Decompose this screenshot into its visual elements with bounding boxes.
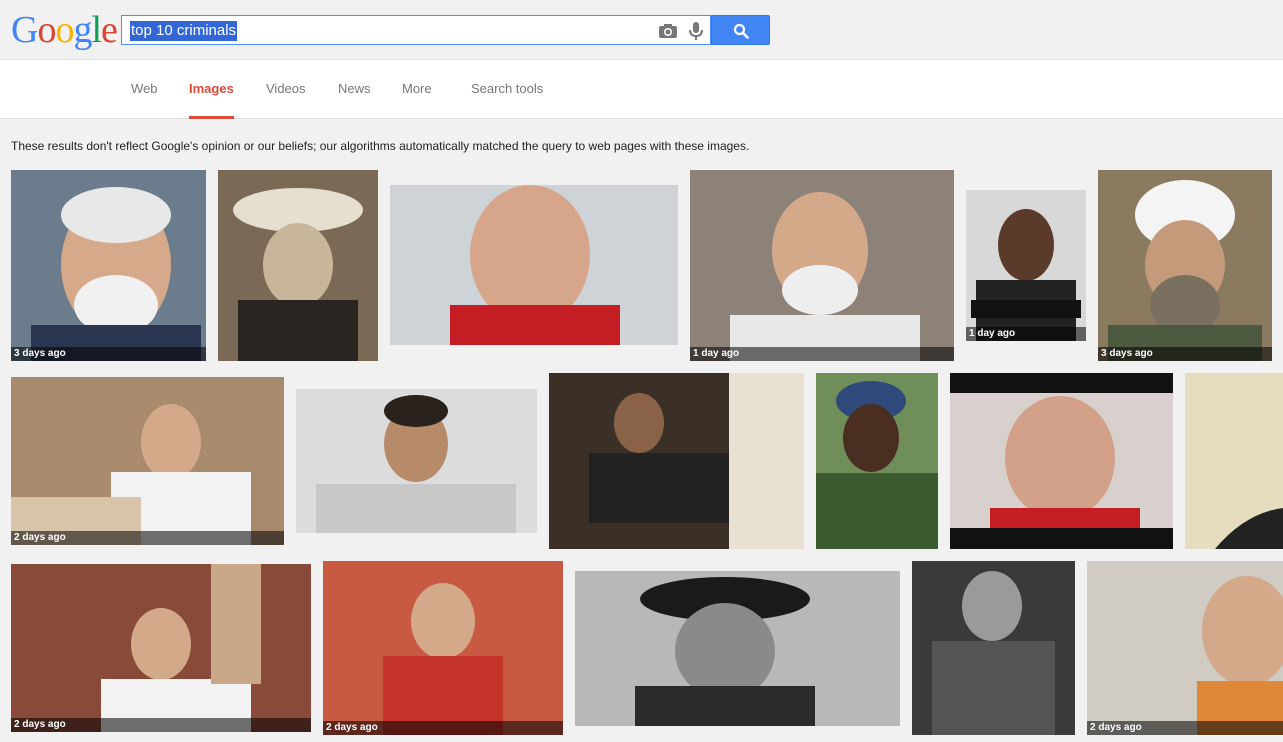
portrait-image [296,389,537,533]
search-tabs: Web Images Videos News More Search tools [0,60,1283,119]
image-result[interactable] [218,170,378,361]
image-result[interactable] [549,373,804,549]
logo-letter: o [37,9,56,51]
image-result[interactable] [575,571,900,726]
image-result[interactable]: 2 days ago [1087,561,1283,735]
portrait-image [950,373,1173,549]
image-result[interactable]: 2 days ago [11,377,284,545]
age-badge: 2 days ago [323,721,563,735]
tab-search-tools[interactable]: Search tools [471,60,543,119]
portrait-image [1087,561,1283,735]
logo-letter: l [91,9,102,51]
portrait-image [11,564,311,732]
search-input[interactable]: top 10 criminals [130,21,238,41]
portrait-image [390,185,678,345]
age-badge: 1 day ago [966,327,1086,341]
portrait-image [11,377,284,545]
google-logo[interactable]: Google [11,8,118,52]
portrait-image [575,571,900,726]
portrait-image [1098,170,1272,361]
age-badge: 3 days ago [1098,347,1272,361]
microphone-icon[interactable] [688,21,704,41]
image-result[interactable] [950,373,1173,549]
age-badge: 3 days ago [11,347,206,361]
camera-icon[interactable] [658,23,678,39]
tab-more[interactable]: More [402,60,432,119]
search-button[interactable] [711,15,770,45]
age-badge: 2 days ago [11,531,284,545]
portrait-image [549,373,804,549]
portrait-image [690,170,954,361]
portrait-image [323,561,563,735]
portrait-image [11,170,206,361]
image-result[interactable] [816,373,938,549]
search-header: Google top 10 criminals [0,0,1283,60]
age-badge: 2 days ago [11,718,311,732]
logo-letter: o [55,9,74,51]
tab-news[interactable]: News [338,60,371,119]
image-result[interactable]: 2 days ago [323,561,563,735]
portrait-image [912,561,1075,735]
logo-letter: G [11,9,38,51]
tab-videos[interactable]: Videos [266,60,306,119]
image-result[interactable] [1185,373,1283,549]
age-badge: 1 day ago [690,347,954,361]
tab-web[interactable]: Web [131,60,158,119]
portrait-image [816,373,938,549]
image-result[interactable] [390,185,678,345]
image-result[interactable] [296,389,537,533]
image-result[interactable]: 2 days ago [11,564,311,732]
logo-letter: g [73,9,92,51]
image-result[interactable]: 3 days ago [11,170,206,361]
portrait-image [966,190,1086,341]
image-result[interactable]: 1 day ago [966,190,1086,341]
image-result[interactable]: 1 day ago [690,170,954,361]
portrait-image [218,170,378,361]
tab-images[interactable]: Images [189,60,234,119]
tab-more-label: More [402,81,432,96]
image-result[interactable]: 3 days ago [1098,170,1272,361]
portrait-image [1185,373,1283,549]
image-result[interactable] [912,561,1075,735]
magnifier-icon [733,23,749,39]
results-disclaimer: These results don't reflect Google's opi… [11,139,750,153]
age-badge: 2 days ago [1087,721,1283,735]
search-box[interactable]: top 10 criminals [121,15,711,45]
logo-letter: e [101,9,118,51]
